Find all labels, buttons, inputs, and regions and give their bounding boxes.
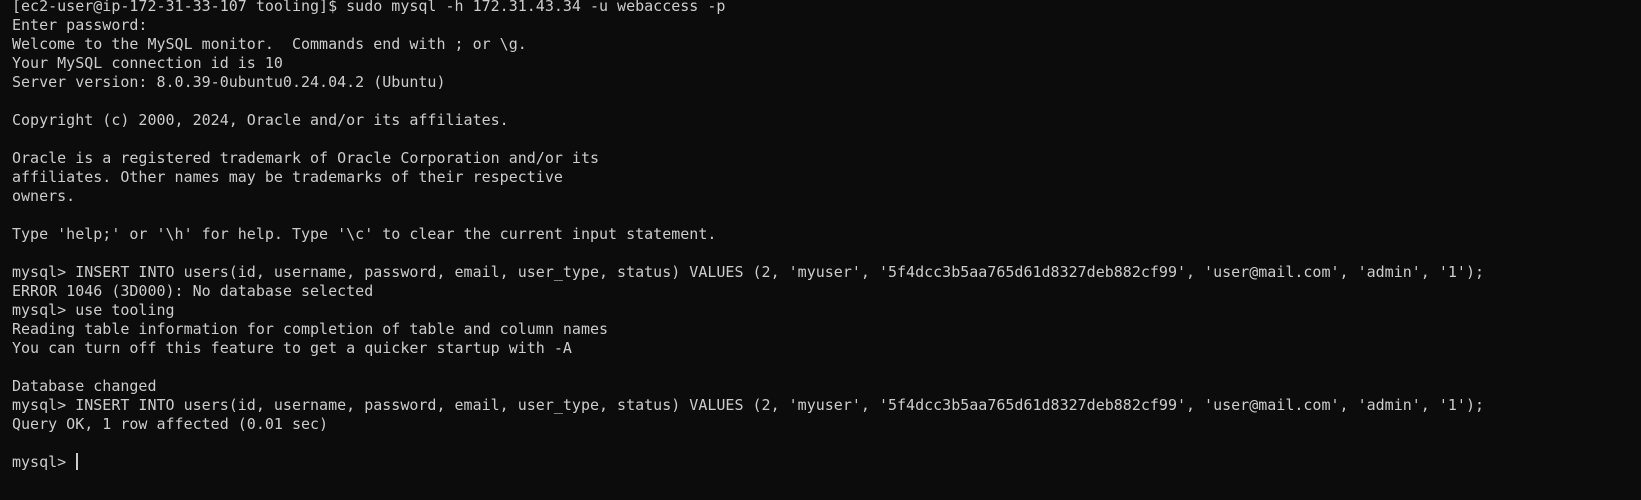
terminal-line-reading-info: Reading table information for completion… (12, 320, 609, 338)
terminal-line-server-version: Server version: 8.0.39-0ubuntu0.24.04.2 … (12, 73, 446, 91)
terminal-line-connection-id: Your MySQL connection id is 10 (12, 54, 283, 72)
terminal-line-trademark-2: affiliates. Other names may be trademark… (12, 168, 563, 186)
text-cursor (76, 453, 79, 470)
terminal-output: [ec2-user@ip-172-31-33-107 tooling]$ sud… (12, 0, 1484, 472)
terminal-line-shell-command: [ec2-user@ip-172-31-33-107 tooling]$ sud… (12, 0, 726, 15)
terminal-line-insert-command-1: mysql> INSERT INTO users(id, username, p… (12, 263, 1485, 281)
terminal-line-password-prompt: Enter password: (12, 16, 148, 34)
terminal-line-error: ERROR 1046 (3D000): No database selected (12, 282, 374, 300)
terminal-line-insert-command-2: mysql> INSERT INTO users(id, username, p… (12, 396, 1485, 414)
terminal-line-query-ok: Query OK, 1 row affected (0.01 sec) (12, 415, 329, 433)
terminal-input-line[interactable]: mysql> (12, 453, 1484, 472)
terminal-line-copyright: Copyright (c) 2000, 2024, Oracle and/or … (12, 111, 509, 129)
terminal-line-database-changed: Database changed (12, 377, 157, 395)
terminal-line-welcome: Welcome to the MySQL monitor. Commands e… (12, 35, 527, 53)
terminal-window[interactable]: [ec2-user@ip-172-31-33-107 tooling]$ sud… (0, 0, 1641, 500)
terminal-line-trademark-3: owners. (12, 187, 76, 205)
terminal-line-use-command: mysql> use tooling (12, 301, 175, 319)
terminal-line-trademark-1: Oracle is a registered trademark of Orac… (12, 149, 599, 167)
mysql-prompt: mysql> (12, 453, 76, 471)
terminal-line-help-hint: Type 'help;' or '\h' for help. Type '\c'… (12, 225, 717, 243)
terminal-line-startup-hint: You can turn off this feature to get a q… (12, 339, 572, 357)
